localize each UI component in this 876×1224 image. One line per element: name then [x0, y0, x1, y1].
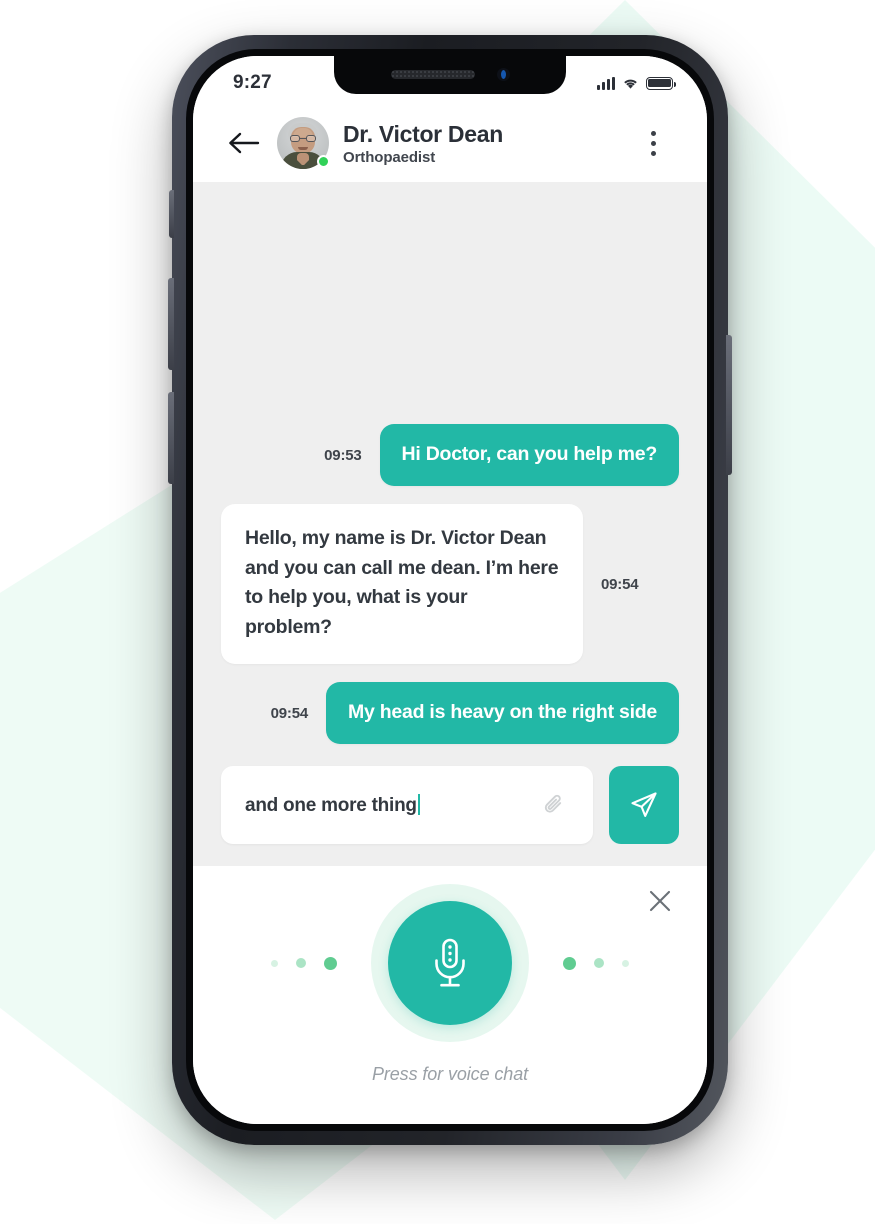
chat-header: Dr. Victor Dean Orthopaedist: [193, 104, 707, 182]
phone-bezel: 9:27 Dr. Victor Dean Orthopaedist 09:53 …: [186, 49, 714, 1131]
message-row: 09:54 My head is heavy on the right side: [221, 682, 679, 744]
attach-button[interactable]: [537, 788, 571, 822]
phone-volume-down-button[interactable]: [168, 392, 174, 484]
doctor-specialty: Orthopaedist: [343, 148, 436, 166]
wifi-icon: [622, 77, 639, 90]
front-camera-icon: [496, 67, 510, 81]
arrow-left-icon: [229, 132, 260, 154]
message-row: Hello, my name is Dr. Victor Dean and yo…: [221, 503, 679, 665]
status-icon-group: [597, 76, 676, 90]
microphone-icon: [435, 938, 465, 987]
message-composer: and one more thing: [221, 766, 679, 866]
phone-power-button[interactable]: [726, 335, 732, 475]
send-plane-icon: [631, 792, 657, 817]
page-title: Dr. Victor Dean: [343, 120, 503, 147]
battery-full-icon: [646, 76, 676, 90]
phone-volume-up-button[interactable]: [168, 278, 174, 370]
close-voice-panel-button[interactable]: [639, 880, 681, 922]
cellular-signal-icon: [597, 76, 615, 90]
avatar[interactable]: [277, 117, 330, 169]
message-bubble-outgoing[interactable]: My head is heavy on the right side: [326, 682, 679, 744]
status-clock: 9:27: [233, 72, 272, 93]
phone-mockup: 9:27 Dr. Victor Dean Orthopaedist 09:53 …: [168, 35, 732, 1145]
header-text-group: Dr. Victor Dean Orthopaedist: [343, 121, 503, 166]
message-timestamp: 09:54: [601, 575, 639, 593]
close-x-icon: [649, 890, 671, 912]
text-cursor: [417, 793, 421, 815]
voice-record-button[interactable]: [388, 901, 512, 1025]
paperclip-icon: [544, 794, 562, 813]
online-status-dot: [317, 155, 330, 168]
message-row: 09:53 Hi Doctor, can you help me?: [221, 424, 679, 486]
message-bubble-outgoing[interactable]: Hi Doctor, can you help me?: [379, 424, 679, 486]
send-button[interactable]: [609, 766, 679, 844]
more-vertical-icon: [650, 130, 656, 136]
message-timestamp: 09:54: [270, 704, 309, 722]
message-list[interactable]: 09:53 Hi Doctor, can you help me? Hello,…: [193, 182, 707, 866]
phone-notch: [334, 56, 566, 94]
voice-wave-dots-left: [271, 956, 337, 970]
more-options-button[interactable]: [633, 120, 673, 166]
phone-mute-switch[interactable]: [169, 190, 174, 238]
page-root: 9:27 Dr. Victor Dean Orthopaedist 09:53 …: [0, 0, 876, 1224]
message-input[interactable]: and one more thing: [221, 766, 593, 844]
message-timestamp: 09:53: [324, 446, 362, 464]
speaker-grille-icon: [390, 69, 475, 79]
voice-wave-dots-right: [563, 956, 629, 970]
phone-screen: 9:27 Dr. Victor Dean Orthopaedist 09:53 …: [193, 56, 707, 1124]
message-input-text: and one more thing: [245, 794, 417, 816]
message-input-value: and one more thing: [245, 793, 527, 817]
mic-button-halo: [371, 884, 529, 1042]
voice-chat-panel: Press for voice chat: [193, 866, 707, 1124]
back-button[interactable]: [221, 120, 267, 166]
message-bubble-incoming[interactable]: Hello, my name is Dr. Victor Dean and yo…: [221, 503, 583, 665]
voice-hint-label: Press for voice chat: [371, 1064, 529, 1084]
voice-control-row: [193, 884, 707, 1042]
